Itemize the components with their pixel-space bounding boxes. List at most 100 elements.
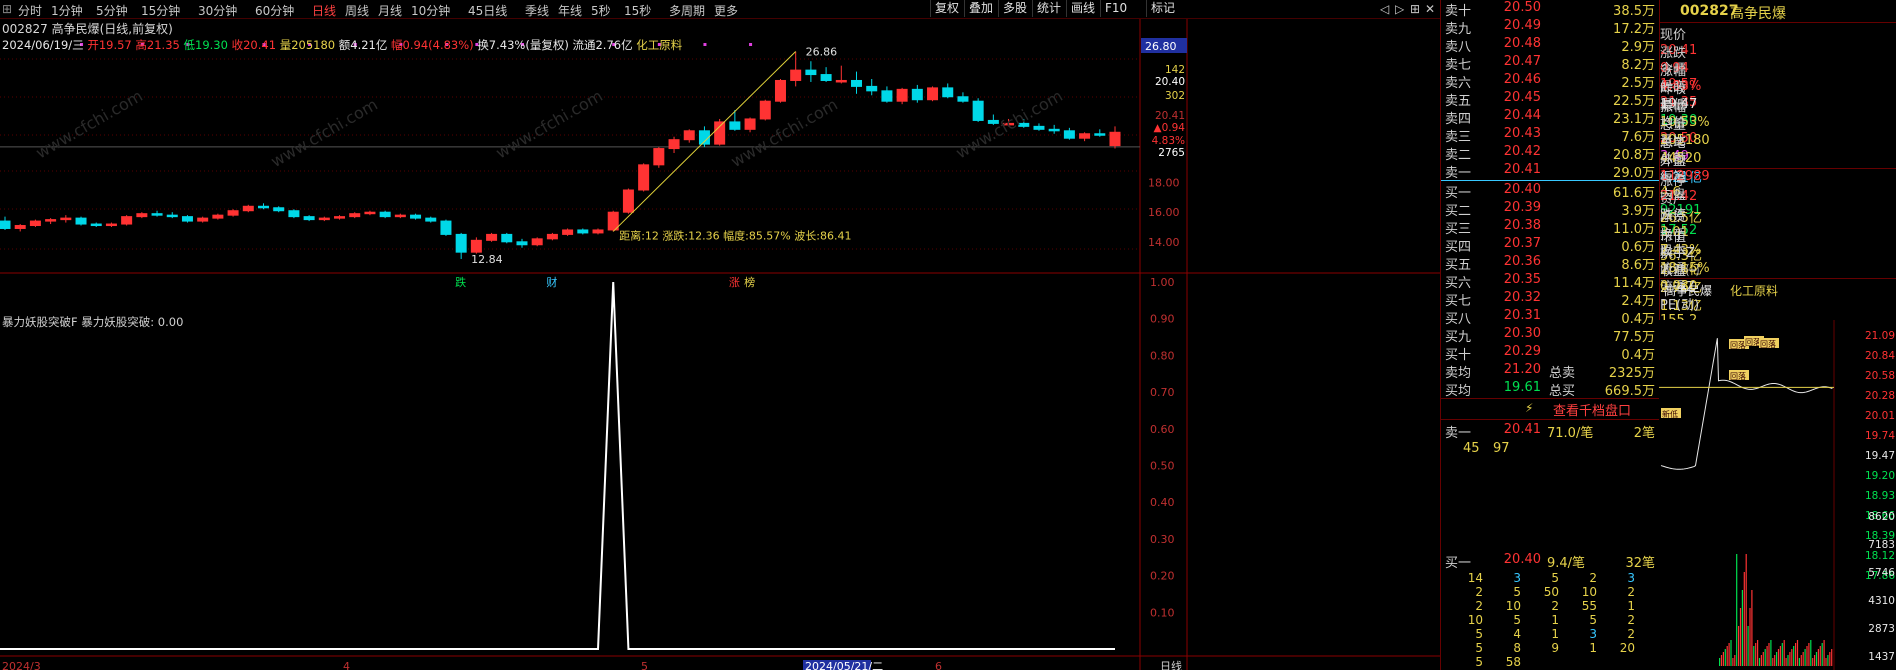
full-depth-link[interactable]: 查看千档盘口 xyxy=(1553,400,1631,419)
period-tab-6[interactable]: 日线 xyxy=(312,2,336,19)
right-axis-label: 302 xyxy=(1165,90,1185,102)
bid-row-6[interactable]: 买七 20.32 2.4万 xyxy=(1441,290,1659,309)
period-tab-1[interactable]: 1分钟 xyxy=(51,2,83,19)
prev-icon[interactable]: ◁ xyxy=(1380,2,1389,16)
mini-volume-bar xyxy=(1793,646,1795,666)
buy1-order: 5 xyxy=(1475,641,1483,655)
toolbar-button-6[interactable]: 标记 xyxy=(1146,0,1179,17)
ask-price: 20.44 xyxy=(1503,108,1541,123)
candle-body xyxy=(29,220,41,227)
bid-row-0[interactable]: 买一 20.40 61.6万 xyxy=(1441,182,1659,201)
period-tab-5[interactable]: 60分钟 xyxy=(255,2,294,19)
bid-row-7[interactable]: 买八 20.31 0.4万 xyxy=(1441,308,1659,327)
indicator-tick: 1.00 xyxy=(1150,276,1175,289)
candle-body xyxy=(288,210,300,218)
period-tab-16[interactable]: 更多 xyxy=(714,2,738,19)
period-tab-12[interactable]: 年线 xyxy=(558,2,582,19)
toolbar-button-2[interactable]: 多股 xyxy=(998,0,1031,17)
bid-volume: 61.6万 xyxy=(1613,186,1655,201)
date-cursor-label: 2024/05/21/二 xyxy=(805,660,883,670)
ask-row-3[interactable]: 卖七 20.47 8.2万 xyxy=(1441,54,1659,73)
info-label: 资产 xyxy=(1660,192,1687,207)
menu-grid-icon[interactable]: ⊞ xyxy=(2,2,12,16)
mini-volume-bar xyxy=(1779,646,1781,666)
candle-body xyxy=(896,88,908,102)
mini-price-tick: 20.58 xyxy=(1865,370,1895,382)
period-tab-3[interactable]: 15分钟 xyxy=(141,2,180,19)
ask-volume: 7.6万 xyxy=(1621,130,1655,145)
ask-row-0[interactable]: 卖十 20.50 38.5万 xyxy=(1441,0,1659,19)
period-tab-15[interactable]: 多周期 xyxy=(669,2,705,19)
ask-label: 卖二 xyxy=(1445,148,1472,163)
bid-row-3[interactable]: 买四 20.37 0.6万 xyxy=(1441,236,1659,255)
right-axis-label: 20.40 xyxy=(1155,76,1185,88)
mini-volume-bar xyxy=(1831,649,1833,666)
candle-body xyxy=(577,229,589,234)
toolbar-button-5[interactable]: F10 xyxy=(1100,0,1131,17)
mini-badge-text: 新低 xyxy=(1662,409,1678,419)
mini-volume-bar xyxy=(1720,655,1723,666)
indicator-tick: 0.80 xyxy=(1150,349,1175,362)
mini-volume-bar xyxy=(1819,646,1821,666)
event-label: 榜 xyxy=(744,275,755,289)
period-tab-14[interactable]: 15秒 xyxy=(624,2,651,19)
buy1-order: 4 xyxy=(1513,627,1521,641)
next-icon[interactable]: ▷ xyxy=(1395,2,1404,16)
close-icon[interactable]: ✕ xyxy=(1425,2,1435,16)
period-tab-10[interactable]: 45日线 xyxy=(468,2,507,19)
info-label: 总量 xyxy=(1660,118,1687,133)
ask-row-7[interactable]: 卖三 20.43 7.6万 xyxy=(1441,126,1659,145)
ask-row-6[interactable]: 卖四 20.44 23.1万 xyxy=(1441,108,1659,127)
right-axis-label: 4.83% xyxy=(1152,135,1185,147)
quote-sector[interactable]: 化工原料 xyxy=(636,38,682,52)
buy1-order: 1 xyxy=(1627,599,1635,613)
mini-volume-bar xyxy=(1768,643,1770,666)
ask-volume: 17.2万 xyxy=(1613,22,1655,37)
ask-row-4[interactable]: 卖六 20.46 2.5万 xyxy=(1441,72,1659,91)
bid-row-1[interactable]: 买二 20.39 3.9万 xyxy=(1441,200,1659,219)
ask-row-1[interactable]: 卖九 20.49 17.2万 xyxy=(1441,18,1659,37)
mini-vol-tick: 1437 xyxy=(1868,651,1895,663)
buy1-order: 10 xyxy=(1505,599,1521,613)
sell1-queue-row: 卖一 20.41 71.0/笔 2笔 xyxy=(1441,422,1659,441)
ask-row-5[interactable]: 卖五 20.45 22.5万 xyxy=(1441,90,1659,109)
sell1-price: 20.41 xyxy=(1503,422,1541,437)
ask-row-8[interactable]: 卖二 20.42 20.8万 xyxy=(1441,144,1659,163)
mini-price-tick: 20.84 xyxy=(1865,350,1895,362)
layout-icon[interactable]: ⊞ xyxy=(1410,2,1420,16)
toolbar-button-4[interactable]: 画线 xyxy=(1066,0,1099,17)
ask-price: 20.48 xyxy=(1503,36,1541,51)
period-tab-0[interactable]: 分时 xyxy=(18,2,42,19)
bid-row-8[interactable]: 买九 20.30 77.5万 xyxy=(1441,326,1659,345)
bid-row-4[interactable]: 买五 20.36 8.6万 xyxy=(1441,254,1659,273)
candle-body xyxy=(714,121,726,145)
intraday-mini-chart[interactable]: 21.35 21.09 20.84 20.58 20.28 20.01 19.74 19.47… xyxy=(1659,320,1896,670)
bid-row-2[interactable]: 买三 20.38 11.0万 xyxy=(1441,218,1659,237)
period-tab-2[interactable]: 5分钟 xyxy=(96,2,128,19)
toolbar-button-3[interactable]: 统计 xyxy=(1032,0,1065,17)
period-tab-13[interactable]: 5秒 xyxy=(591,2,611,19)
candle-body xyxy=(1109,131,1121,147)
price-tick: 18.00 xyxy=(1148,177,1180,190)
period-tab-8[interactable]: 月线 xyxy=(378,2,402,19)
period-tab-4[interactable]: 30分钟 xyxy=(198,2,237,19)
bid-row-5[interactable]: 买六 20.35 11.4万 xyxy=(1441,272,1659,291)
mini-volume-bar xyxy=(1806,646,1808,666)
mini-volume-bar xyxy=(1815,652,1818,666)
period-tab-9[interactable]: 10分钟 xyxy=(411,2,450,19)
peak-label: 26.86 xyxy=(806,45,838,58)
period-tab-7[interactable]: 周线 xyxy=(345,2,369,19)
ask-row-9[interactable]: 卖一 20.41 29.0万 xyxy=(1441,162,1659,181)
candle-body xyxy=(318,217,330,221)
ask-label: 卖五 xyxy=(1445,94,1472,109)
mini-volume-bar xyxy=(1741,590,1743,666)
ask-row-2[interactable]: 卖八 20.48 2.9万 xyxy=(1441,36,1659,55)
ask-price: 20.49 xyxy=(1503,18,1541,33)
kline-chart[interactable]: 26.86 12.84 距离:12 涨跌:12.36 幅度:85.57% 波长:86… xyxy=(0,19,1440,670)
toolbar-button-1[interactable]: 叠加 xyxy=(964,0,997,17)
buy1-order: 8 xyxy=(1513,641,1521,655)
toolbar-button-0[interactable]: 复权 xyxy=(930,0,963,17)
order-book: 卖十 20.50 38.5万 卖九 20.49 17.2万 卖八 20.48 2.9万 卖七 20.… xyxy=(1440,0,1659,670)
period-tab-11[interactable]: 季线 xyxy=(525,2,549,19)
bid-row-9[interactable]: 买十 20.29 0.4万 xyxy=(1441,344,1659,363)
